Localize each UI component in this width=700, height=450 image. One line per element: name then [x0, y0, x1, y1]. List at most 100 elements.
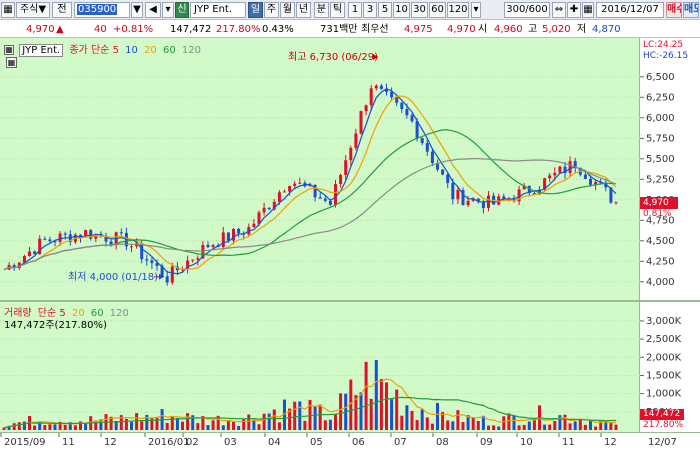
- candle-body: [211, 245, 215, 248]
- candle-body: [33, 251, 37, 255]
- cross-cursor-icon[interactable]: ✚: [567, 2, 581, 18]
- legend-ma-120: 120: [181, 45, 201, 56]
- low-price: 4,870: [592, 24, 621, 35]
- volume-bar: [140, 421, 144, 430]
- market-select[interactable]: 주식▼: [16, 2, 50, 18]
- interval-5[interactable]: 5: [378, 2, 392, 18]
- candle-body: [456, 189, 460, 200]
- grid-icon[interactable]: ▦: [582, 2, 594, 18]
- volume-bar: [589, 420, 592, 430]
- stock-code-dropdown-icon[interactable]: ▼: [131, 2, 143, 18]
- price-axis-label: 5,500: [646, 154, 675, 165]
- candle-body: [395, 97, 399, 103]
- legend-stock-name[interactable]: JYP Ent.: [19, 44, 64, 57]
- volume-axis-label: 3,000K: [646, 316, 682, 327]
- current-volume-tag: 147,472: [640, 409, 684, 420]
- volume-bar: [379, 379, 383, 430]
- candle-body: [379, 85, 383, 89]
- count-field[interactable]: 300/600: [504, 2, 550, 18]
- volume-bar: [487, 425, 490, 430]
- candle-body: [364, 105, 368, 112]
- volume-bar: [512, 415, 516, 430]
- volume-bar: [614, 424, 618, 430]
- candle-body: [369, 88, 373, 106]
- price-axis-label: 4,500: [646, 236, 675, 247]
- tab-minute[interactable]: 분: [314, 2, 329, 18]
- tab-year[interactable]: 년: [296, 2, 311, 18]
- price-axis-label: 4,250: [646, 256, 675, 267]
- volume-bar: [22, 421, 26, 430]
- candle-body: [28, 251, 31, 256]
- legend-ma-60: 60: [162, 45, 176, 56]
- tab-week[interactable]: 주: [264, 2, 279, 18]
- volume-bar: [364, 361, 368, 430]
- hc-label: HC:-26.15: [643, 51, 689, 61]
- volume-bar: [237, 425, 241, 430]
- candle-body: [451, 182, 455, 200]
- ma-120-line: [3, 158, 617, 271]
- tab-tick[interactable]: 틱: [330, 2, 345, 18]
- legend-toggle-icon[interactable]: ▦: [4, 45, 14, 55]
- volume-bar: [186, 413, 190, 430]
- volume-plot-area[interactable]: 거래량 단순 5 20 60 120 147,472주(217.80%): [0, 302, 640, 432]
- volume-bar: [436, 403, 439, 430]
- interval-dropdown-icon[interactable]: ▾: [471, 2, 481, 18]
- price-plot-area[interactable]: 최고 6,730 (06/29) 최저 4,000 (01/18) ▦ JYP E…: [0, 38, 640, 300]
- candle-body: [226, 232, 230, 241]
- price-axis: 6,5006,2506,0005,7505,5005,2505,0004,750…: [640, 38, 700, 300]
- candle-body: [583, 174, 587, 179]
- current-price-tag: 4,970: [640, 197, 678, 209]
- market-type-select[interactable]: 전: [52, 2, 72, 18]
- volume-axis-label: 1,500K: [646, 370, 682, 381]
- candle-body: [390, 91, 394, 98]
- price-axis-label: 6,250: [646, 92, 675, 103]
- best-bid-label: 최우선: [361, 24, 389, 35]
- volume-bar: [155, 416, 159, 430]
- interval-60[interactable]: 60: [429, 2, 446, 18]
- volume-ratio: 217.80%: [216, 24, 261, 35]
- volume-bar: [63, 424, 67, 430]
- candle-body: [349, 147, 353, 161]
- volume-chart-panel[interactable]: 거래량 단순 5 20 60 120 147,472주(217.80%) 3,0…: [0, 300, 700, 432]
- interval-120[interactable]: 120: [447, 2, 469, 18]
- sell-button[interactable]: 매도: [683, 2, 699, 18]
- zoom-icon[interactable]: ⇔: [552, 2, 566, 18]
- candle-body: [344, 160, 348, 175]
- volume-bar: [507, 413, 511, 430]
- candle-body: [553, 172, 557, 176]
- chart-settings-icon[interactable]: ▦: [6, 57, 17, 68]
- interval-10[interactable]: 10: [393, 2, 410, 18]
- volume-bar: [175, 417, 179, 430]
- volume-bar: [130, 421, 133, 430]
- sound-icon[interactable]: ◀: [145, 2, 161, 18]
- stock-name-field[interactable]: JYP Ent.: [190, 2, 246, 18]
- volume-bar: [553, 420, 557, 430]
- stock-code-input[interactable]: 035900: [74, 2, 130, 18]
- price-legend: ▦ JYP Ent. 종가 단순 5 10 20 60 120: [4, 41, 201, 57]
- tab-month[interactable]: 월: [280, 2, 295, 18]
- interval-3[interactable]: 3: [363, 2, 377, 18]
- volume-bar: [339, 393, 343, 430]
- buy-button[interactable]: 매수: [666, 2, 682, 18]
- search-icon[interactable]: ▾: [162, 2, 174, 18]
- volume-bar: [446, 420, 450, 430]
- candle-body: [400, 102, 404, 110]
- date-field[interactable]: 2016/12/07: [596, 2, 664, 18]
- open-price: 4,960: [494, 24, 523, 35]
- tab-day[interactable]: 일: [248, 2, 263, 18]
- volume-value: 147,472: [170, 24, 212, 35]
- candle-body: [405, 109, 409, 116]
- date-axis-label: 12: [104, 437, 117, 448]
- market-dropdown-icon[interactable]: ▦: [1, 2, 15, 18]
- volume-bar: [497, 426, 501, 430]
- volume-bar: [12, 423, 16, 430]
- date-axis-label: 03: [224, 437, 237, 448]
- volume-bar: [395, 389, 399, 430]
- date-axis-label: 11: [62, 437, 75, 448]
- interval-1[interactable]: 1: [348, 2, 362, 18]
- interval-30[interactable]: 30: [411, 2, 428, 18]
- candle-body: [359, 111, 363, 134]
- price-chart-panel[interactable]: 최고 6,730 (06/29) 최저 4,000 (01/18) ▦ JYP E…: [0, 38, 700, 300]
- candle-body: [63, 233, 67, 235]
- volume-bar: [451, 421, 455, 430]
